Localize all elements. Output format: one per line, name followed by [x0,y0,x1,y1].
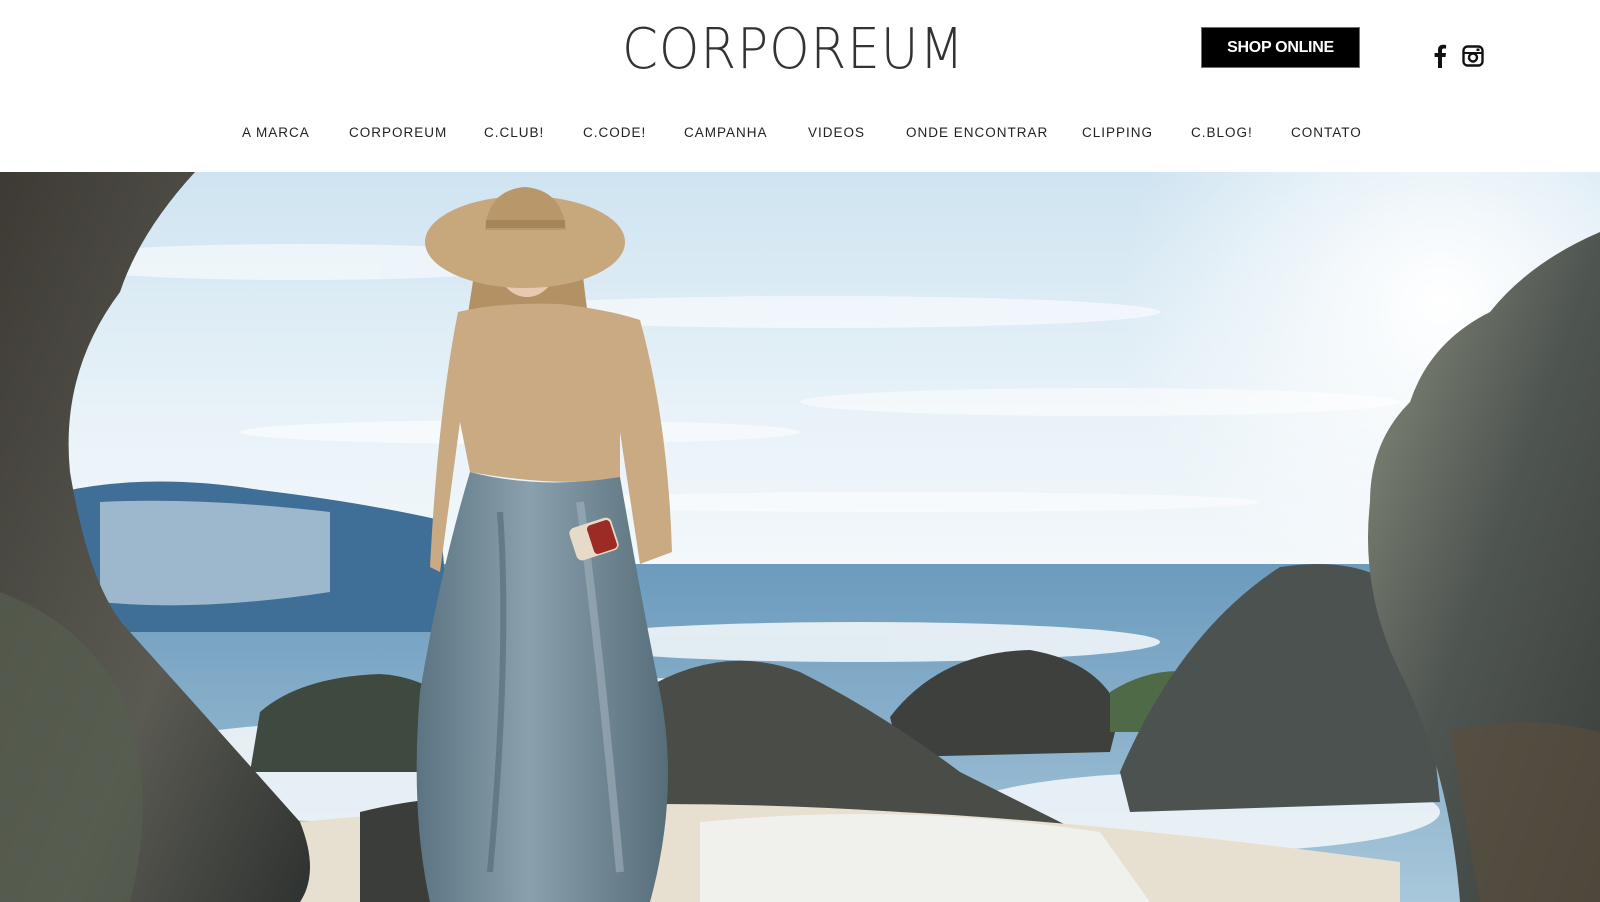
nav-item-campanha[interactable]: CAMPANHA [684,125,768,140]
instagram-icon[interactable] [1461,44,1485,68]
facebook-icon[interactable] [1428,44,1452,68]
main-nav: A MARCA CORPOREUM C.CLUB! C.CODE! CAMPAN… [0,120,1600,148]
hero-campaign-image [0,172,1600,902]
nav-item-onde-encontrar[interactable]: ONDE ENCONTRAR [906,125,1048,140]
shop-online-button[interactable]: SHOP ONLINE [1201,27,1360,68]
brand-logo[interactable]: CORPOREUM [622,18,965,82]
nav-item-corporeum[interactable]: CORPOREUM [349,125,447,140]
nav-item-clipping[interactable]: CLIPPING [1082,125,1153,140]
nav-item-c-code[interactable]: C.CODE! [583,125,646,140]
nav-item-videos[interactable]: VIDEOS [808,125,865,140]
nav-item-c-blog[interactable]: C.BLOG! [1191,125,1253,140]
nav-item-c-club[interactable]: C.CLUB! [484,125,544,140]
site-header: CORPOREUM SHOP ONLINE A MARCA CORPOREUM … [0,0,1600,172]
nav-item-contato[interactable]: CONTATO [1291,125,1362,140]
nav-item-a-marca[interactable]: A MARCA [242,125,310,140]
